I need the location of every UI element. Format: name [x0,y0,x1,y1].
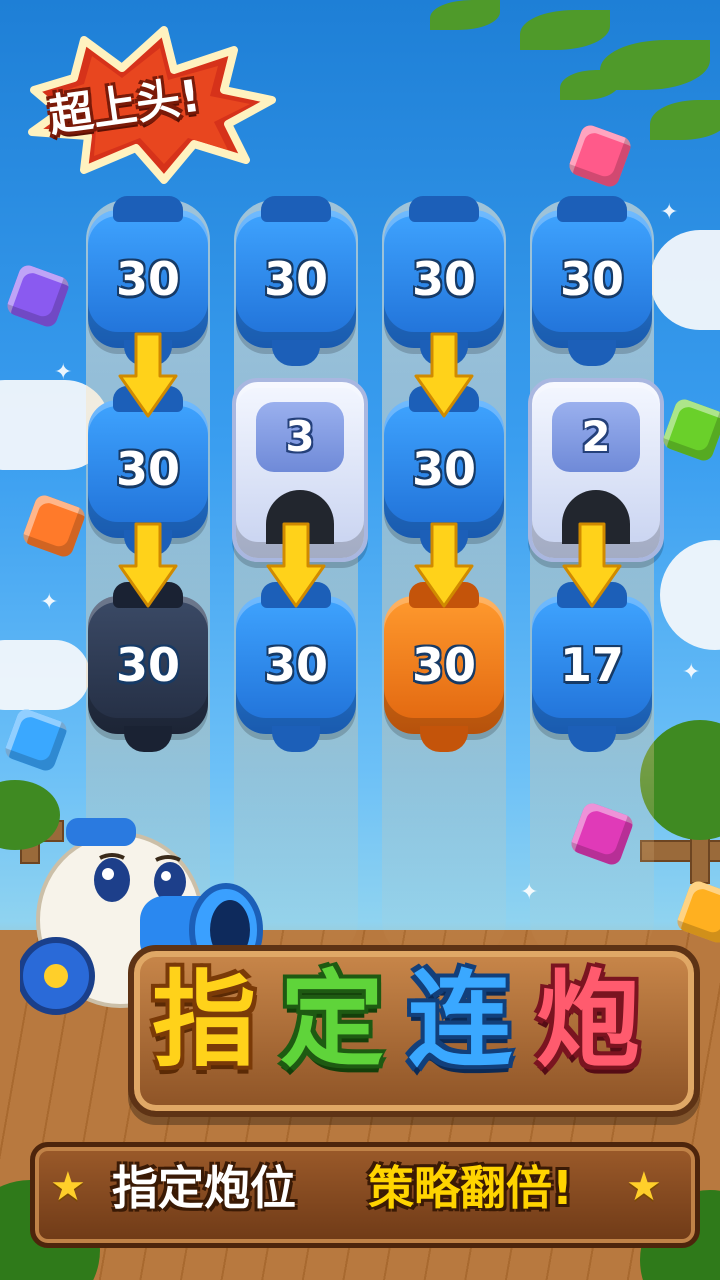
tile-cap [261,196,331,222]
sparkle-icon: ✦ [660,200,679,225]
gem-green-icon [660,396,720,464]
ammo-tile[interactable]: 30 [88,386,208,556]
tile-count: 17 [559,638,624,692]
leaf-decoration [430,0,500,30]
tile-count: 30 [115,252,180,306]
sparkle-icon: ✦ [682,660,701,685]
gem-pink-icon [566,122,634,190]
down-arrow-icon [562,522,622,608]
cloud [0,640,90,710]
tile-count: 30 [559,252,624,306]
gem-purple-icon [4,262,72,330]
tile-count: 30 [263,638,328,692]
down-arrow-icon [118,332,178,418]
tile-count: 30 [411,638,476,692]
game-scene: 30 30 30 30 3 30 30 30 30 30 2 17 ✦ ✦ ✦ ✦ ✦ 超上头! 指 … [0,0,720,1280]
tile-count: 30 [411,442,476,496]
sparkle-icon: ✦ [40,590,59,615]
ammo-tile[interactable]: 30 [236,196,356,366]
down-arrow-icon [414,522,474,608]
down-arrow-icon [266,522,326,608]
star-icon: ★ [626,1164,662,1210]
gem-orange-icon [20,492,88,560]
tile-count: 3 [285,412,315,461]
sparkle-icon: ✦ [54,360,73,385]
title-char-3: 连 [408,959,513,1081]
tile-cap [557,196,627,222]
title-char-1: 指 [152,959,257,1081]
ammo-tile[interactable]: 30 [88,196,208,366]
star-icon: ★ [50,1164,86,1210]
tile-count: 30 [115,442,180,496]
down-arrow-icon [118,522,178,608]
ammo-tile[interactable]: 30 [236,582,356,752]
tile-count: 30 [115,638,180,692]
slogan-right-text: 策略翻倍! [368,1161,573,1215]
sparkle-icon: ✦ [520,880,539,905]
leaf-decoration [520,10,610,50]
title-char-4: 炮 [536,959,641,1081]
ammo-tile[interactable]: 30 [384,582,504,752]
ammo-tile[interactable]: 17 [532,582,652,752]
tile-count: 30 [263,252,328,306]
tile-cap [409,196,479,222]
ammo-tile[interactable]: 30 [88,582,208,752]
tile-count: 30 [411,252,476,306]
down-arrow-icon [414,332,474,418]
ammo-tile[interactable]: 30 [384,196,504,366]
leaf-decoration [650,100,720,140]
slogan-left-text: 指定炮位 [112,1161,296,1215]
ammo-tile[interactable]: 30 [532,196,652,366]
tile-count: 2 [581,412,611,461]
cloud [650,230,720,330]
ammo-tile[interactable]: 30 [384,386,504,556]
cloud [660,540,720,650]
gem-blue-icon [2,706,70,774]
tile-cap [113,196,183,222]
title-char-2: 定 [280,959,385,1081]
leaf-decoration [560,70,620,100]
